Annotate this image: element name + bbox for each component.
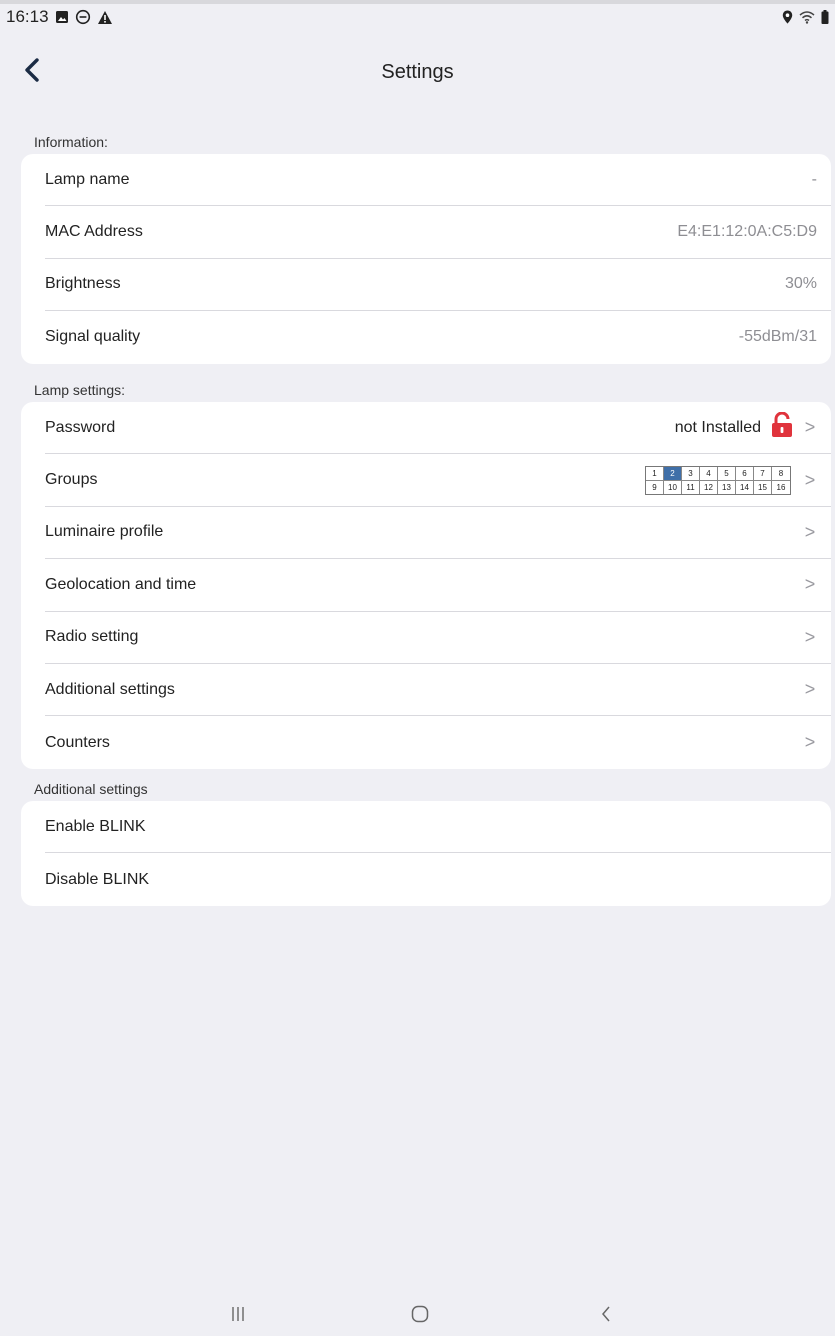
- chevron-right-icon: >: [804, 521, 816, 542]
- row-value: E4:E1:12:0A:C5:D9: [677, 223, 817, 241]
- home-icon[interactable]: [410, 1304, 430, 1324]
- info-row-brightness: Brightness 30%: [45, 259, 831, 312]
- group-cell-1: 1: [646, 466, 664, 481]
- status-left: 16:13: [6, 7, 113, 27]
- row-label: Disable BLINK: [45, 870, 150, 888]
- group-cell-11: 11: [682, 480, 700, 494]
- info-row-mac-address: MAC Address E4:E1:12:0A:C5:D9: [45, 206, 831, 259]
- chevron-right-icon: >: [804, 732, 816, 753]
- password-status: not Installed: [674, 418, 761, 436]
- app-header: Settings: [0, 44, 835, 100]
- settings-row-counters[interactable]: Counters >: [45, 716, 831, 768]
- group-cell-9: 9: [646, 480, 664, 494]
- page-title: Settings: [381, 60, 454, 83]
- settings-row-additional-settings[interactable]: Additional settings >: [45, 664, 831, 717]
- section-label-additional-settings: Additional settings: [34, 781, 148, 797]
- row-right: 1 2 3 4 5 6 7 8 9 10 11 12 13 14 15 16 >: [645, 465, 817, 495]
- row-label: Signal quality: [45, 328, 141, 346]
- group-cell-5: 5: [718, 466, 736, 481]
- dnd-icon: [75, 9, 91, 25]
- settings-row-radio-setting[interactable]: Radio setting >: [45, 612, 831, 664]
- battery-icon: [821, 10, 829, 24]
- group-cell-8: 8: [772, 466, 790, 481]
- row-label: Additional settings: [45, 680, 175, 698]
- status-right: [782, 10, 829, 24]
- group-cell-7: 7: [754, 466, 772, 481]
- group-cell-15: 15: [754, 480, 772, 494]
- settings-row-password[interactable]: Password not Installed >: [45, 402, 831, 455]
- row-value: -: [811, 170, 817, 188]
- location-icon: [782, 10, 793, 24]
- back-button[interactable]: [14, 54, 50, 90]
- group-cell-12: 12: [700, 480, 718, 494]
- chevron-right-icon: >: [804, 679, 816, 700]
- row-label: Brightness: [45, 275, 121, 293]
- action-row-enable-blink[interactable]: Enable BLINK: [45, 801, 831, 854]
- status-bar: 16:13: [0, 0, 835, 34]
- groups-grid: 1 2 3 4 5 6 7 8 9 10 11 12 13 14 15 16: [645, 465, 791, 495]
- group-cell-10: 10: [664, 480, 682, 494]
- group-cell-2: 2: [664, 466, 682, 481]
- chevron-right-icon: >: [804, 469, 816, 490]
- system-nav-bar: [0, 1295, 835, 1336]
- row-label: MAC Address: [45, 223, 143, 241]
- section-label-lamp-settings: Lamp settings:: [34, 382, 126, 398]
- info-row-signal-quality: Signal quality -55dBm/31: [45, 311, 831, 363]
- action-row-disable-blink[interactable]: Disable BLINK: [45, 853, 831, 905]
- group-cell-13: 13: [718, 480, 736, 494]
- row-label: Radio setting: [45, 628, 139, 646]
- chevron-left-icon: [24, 57, 40, 87]
- section-label-information: Information:: [34, 134, 108, 150]
- row-label: Luminaire profile: [45, 523, 164, 541]
- status-time: 16:13: [6, 7, 49, 26]
- gallery-icon: [55, 10, 69, 24]
- chevron-right-icon: >: [804, 626, 816, 647]
- group-cell-4: 4: [700, 466, 718, 481]
- row-label: Password: [45, 418, 116, 436]
- lamp-settings-card: Password not Installed > Groups 12345678…: [21, 402, 831, 769]
- wifi-icon: [799, 10, 815, 24]
- info-row-lamp-name: Lamp name -: [45, 154, 831, 207]
- chevron-right-icon: >: [804, 417, 816, 438]
- information-card: Lamp name - MAC Address E4:E1:12:0A:C5:D…: [21, 154, 831, 364]
- unlocked-padlock-icon: [771, 411, 793, 443]
- settings-row-geolocation-and-time[interactable]: Geolocation and time >: [45, 559, 831, 612]
- group-cell-3: 3: [682, 466, 700, 481]
- settings-row-luminaire-profile[interactable]: Luminaire profile >: [45, 507, 831, 560]
- recent-apps-icon[interactable]: [230, 1305, 246, 1323]
- additional-settings-card: Enable BLINK Disable BLINK: [21, 801, 831, 906]
- row-value: -55dBm/31: [738, 328, 817, 346]
- settings-row-groups[interactable]: Groups 1 2 3 4 5 6 7 8 9 10 11 12 13 14 15 16 >: [45, 454, 831, 507]
- group-cell-6: 6: [736, 466, 754, 481]
- row-label: Lamp name: [45, 170, 130, 188]
- warning-icon: [97, 10, 113, 25]
- row-label: Groups: [45, 471, 98, 489]
- chevron-right-icon: >: [804, 574, 816, 595]
- row-label: Geolocation and time: [45, 575, 197, 593]
- row-right: not Installed >: [674, 411, 817, 443]
- row-value: 30%: [784, 275, 817, 293]
- group-cell-16: 16: [772, 480, 790, 494]
- row-label: Counters: [45, 733, 110, 751]
- row-label: Enable BLINK: [45, 817, 146, 835]
- group-cell-14: 14: [736, 480, 754, 494]
- back-icon[interactable]: [600, 1305, 612, 1323]
